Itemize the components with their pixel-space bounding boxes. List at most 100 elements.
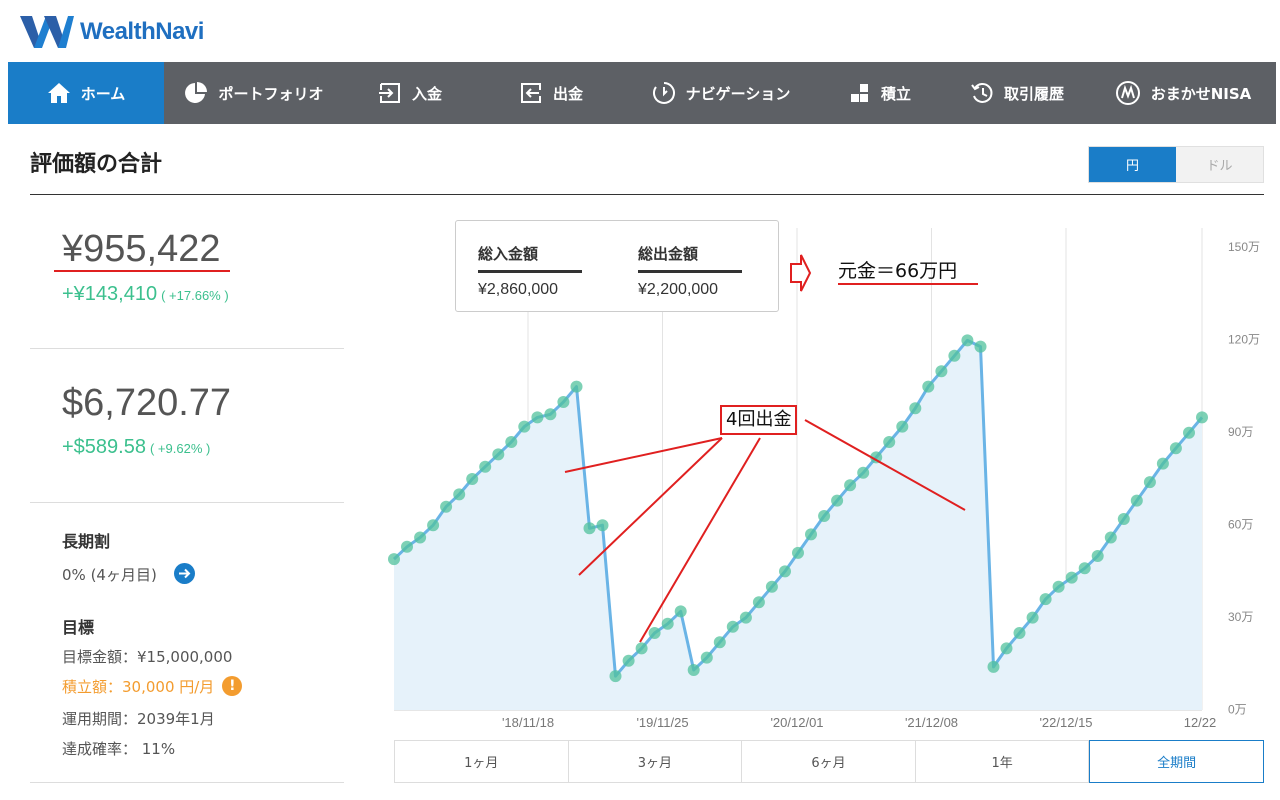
nav-withdraw[interactable]: 出金 (476, 62, 626, 124)
y-tick-label: 30万 (1228, 610, 1253, 624)
data-point (479, 460, 492, 473)
data-point (1052, 580, 1065, 593)
nav-withdraw-label: 出金 (552, 84, 583, 103)
period-1m-button[interactable]: 1ヶ月 (394, 740, 569, 783)
data-point (492, 448, 505, 461)
data-point (922, 380, 935, 393)
nav-nisa-label: おまかせNISA (1150, 84, 1252, 103)
nav-navigation[interactable]: ナビゲーション (626, 62, 816, 124)
usd-gain-amount: +$589.58 (62, 436, 146, 458)
chart-tooltip: 総入金額 ¥2,860,000 総出金額 ¥2,200,000 (455, 220, 779, 312)
data-point (609, 670, 622, 683)
annotation-line (578, 437, 723, 576)
goal-period: 運用期間：2039年1月 (62, 710, 215, 728)
jpy-gain-amount: +¥143,410 (62, 283, 158, 305)
goal-contribution-text: 積立額：30,000 円/月 (62, 678, 215, 696)
data-point (596, 519, 609, 532)
title-divider (30, 194, 1264, 195)
data-point (805, 528, 817, 541)
period-all-button[interactable]: 全期間 (1089, 740, 1264, 783)
nav-portfolio[interactable]: ポートフォリオ (164, 62, 344, 124)
x-tick-label: 12/22 (1184, 715, 1217, 730)
main-navigation: ホーム ポートフォリオ 入金 出金 ナビゲーション 積立 取引履歴 おまかせNI… (8, 62, 1276, 124)
nav-nisa[interactable]: おまかせNISA (1090, 62, 1276, 124)
data-point (401, 540, 413, 553)
y-tick-label: 120万 (1228, 333, 1260, 347)
data-point (752, 596, 765, 609)
data-point (1156, 457, 1169, 470)
long-term-value-text: 0% (4ヶ月目) (62, 566, 157, 584)
currency-usd-button[interactable]: ドル (1176, 147, 1263, 182)
tooltip-deposit-label: 総入金額 (478, 243, 582, 273)
nav-home-label: ホーム (80, 84, 126, 103)
data-point (700, 651, 713, 664)
data-point (779, 565, 791, 578)
data-point (544, 408, 557, 421)
tooltip-deposit-value: ¥2,860,000 (478, 281, 559, 298)
nav-portfolio-label: ポートフォリオ (218, 84, 324, 103)
arrow-right-icon[interactable] (173, 563, 195, 584)
data-point (427, 519, 440, 532)
data-point (505, 436, 518, 448)
blocks-icon (850, 84, 868, 102)
nav-home[interactable]: ホーム (8, 62, 164, 124)
data-point (792, 546, 804, 559)
history-icon (971, 83, 993, 103)
data-point (831, 494, 844, 507)
x-tick-label: '19/11/25 (636, 715, 688, 730)
data-point (674, 605, 687, 618)
summary-divider (30, 348, 344, 349)
nav-navigation-label: ナビゲーション (685, 84, 791, 103)
data-point (844, 479, 857, 492)
data-point (1169, 442, 1182, 455)
tooltip-deposit: 総入金額 ¥2,860,000 (478, 243, 582, 299)
x-tick-label: '22/12/15 (1039, 715, 1092, 730)
nav-history[interactable]: 取引履歴 (944, 62, 1090, 124)
usd-total: $6,720.77 (62, 382, 232, 424)
data-point (648, 627, 661, 639)
annotation-line (564, 437, 723, 473)
page-title: 評価額の合計 (30, 152, 163, 177)
warning-icon: ! (222, 676, 243, 696)
data-point (687, 664, 700, 676)
withdraw-icon (520, 83, 541, 103)
nav-accumulation-label: 積立 (880, 84, 911, 103)
data-point (765, 580, 778, 593)
nav-deposit[interactable]: 入金 (344, 62, 476, 124)
data-point (857, 466, 870, 479)
data-point (622, 654, 635, 667)
currency-jpy-button[interactable]: 円 (1089, 147, 1176, 182)
period-1y-button[interactable]: 1年 (915, 740, 1090, 783)
data-point (661, 617, 674, 630)
data-point (531, 411, 544, 424)
principal-area (394, 340, 1202, 710)
deposit-icon (378, 83, 400, 103)
period-6m-button[interactable]: 6ヶ月 (742, 740, 916, 783)
data-point (635, 642, 648, 655)
y-tick-label: 60万 (1228, 518, 1253, 532)
brand-name: WealthNavi (80, 18, 204, 45)
data-point (1013, 627, 1026, 639)
annotation-arrow-icon (790, 254, 812, 292)
goal-amount: 目標金額：¥15,000,000 (62, 648, 233, 666)
y-tick-label: 0万 (1228, 703, 1247, 717)
navigation-icon (652, 82, 675, 104)
summary-divider (30, 782, 344, 783)
data-point (1065, 571, 1078, 584)
data-point (440, 500, 453, 513)
wealthnavi-logo[interactable]: WealthNavi (20, 14, 204, 50)
data-point (935, 365, 948, 378)
data-point (883, 436, 896, 448)
pie-chart-icon (185, 82, 208, 103)
jpy-gain: +¥143,410( +17.66% ) (62, 283, 229, 306)
long-term-value: 0% (4ヶ月目) (62, 563, 195, 586)
long-term-label: 長期割 (62, 532, 111, 551)
nisa-icon (1115, 81, 1140, 105)
period-3m-button[interactable]: 3ヶ月 (568, 740, 743, 783)
data-point (948, 349, 961, 362)
data-point (570, 380, 583, 393)
nav-accumulation[interactable]: 積立 (816, 62, 944, 124)
jpy-total-underline (54, 270, 230, 272)
summary-divider (30, 502, 344, 503)
goal-contribution[interactable]: 積立額：30,000 円/月! (62, 676, 243, 698)
